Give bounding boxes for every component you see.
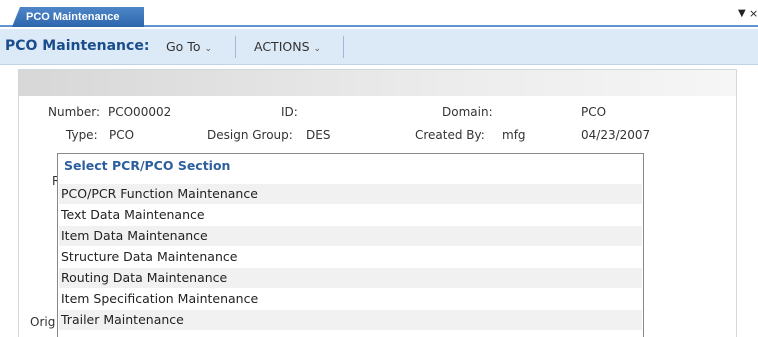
- type-value: PCO: [109, 128, 135, 142]
- section-popup: Select PCR/PCO Section PCO/PCR Function …: [57, 153, 644, 337]
- dropdown-arrow-icon[interactable]: ▼: [738, 8, 746, 19]
- page-title: PCO Maintenance:: [5, 38, 150, 54]
- popup-item-item-data[interactable]: Item Data Maintenance: [59, 226, 642, 246]
- chevron-down-icon: ⌄: [313, 44, 322, 54]
- toolbar: PCO Maintenance: Go To ⌄ ACTIONS ⌄: [0, 29, 758, 65]
- toolbar-divider: [343, 36, 344, 58]
- type-label: Type:: [66, 128, 98, 142]
- tab-controls: ▼ ×: [738, 7, 758, 22]
- popup-item-function-maintenance[interactable]: PCO/PCR Function Maintenance: [59, 184, 642, 204]
- popup-item-item-specification[interactable]: Item Specification Maintenance: [59, 289, 642, 309]
- number-value: PCO00002: [108, 105, 172, 119]
- popup-item-structure-data[interactable]: Structure Data Maintenance: [59, 247, 642, 267]
- popup-item-routing-data[interactable]: Routing Data Maintenance: [59, 268, 642, 288]
- tab-label: PCO Maintenance: [26, 11, 120, 23]
- created-by-label: Created By:: [415, 128, 485, 142]
- panel-header: [19, 70, 736, 96]
- id-label: ID:: [281, 105, 298, 119]
- design-group-value: DES: [306, 128, 331, 142]
- toolbar-divider: [235, 36, 236, 58]
- goto-menu[interactable]: Go To ⌄: [166, 39, 212, 54]
- popup-item-trailer[interactable]: Trailer Maintenance: [59, 310, 642, 330]
- domain-label: Domain:: [442, 105, 493, 119]
- actions-menu[interactable]: ACTIONS ⌄: [254, 39, 321, 54]
- popup-item-text-data[interactable]: Text Data Maintenance: [59, 205, 642, 225]
- tab-pco-maintenance[interactable]: PCO Maintenance: [12, 7, 144, 27]
- number-label: Number:: [48, 105, 101, 119]
- tab-strip: PCO Maintenance ▼ ×: [0, 0, 758, 27]
- partial-label-orig: Orig: [30, 315, 56, 329]
- chevron-down-icon: ⌄: [204, 44, 213, 54]
- design-group-label: Design Group:: [207, 128, 293, 142]
- domain-value: PCO: [581, 105, 607, 119]
- close-icon[interactable]: ×: [749, 7, 758, 20]
- goto-label: Go To: [166, 39, 201, 54]
- actions-label: ACTIONS: [254, 39, 310, 54]
- created-by-value: mfg: [502, 128, 526, 142]
- popup-title: Select PCR/PCO Section: [64, 158, 231, 173]
- created-date-value: 04/23/2007: [581, 128, 651, 142]
